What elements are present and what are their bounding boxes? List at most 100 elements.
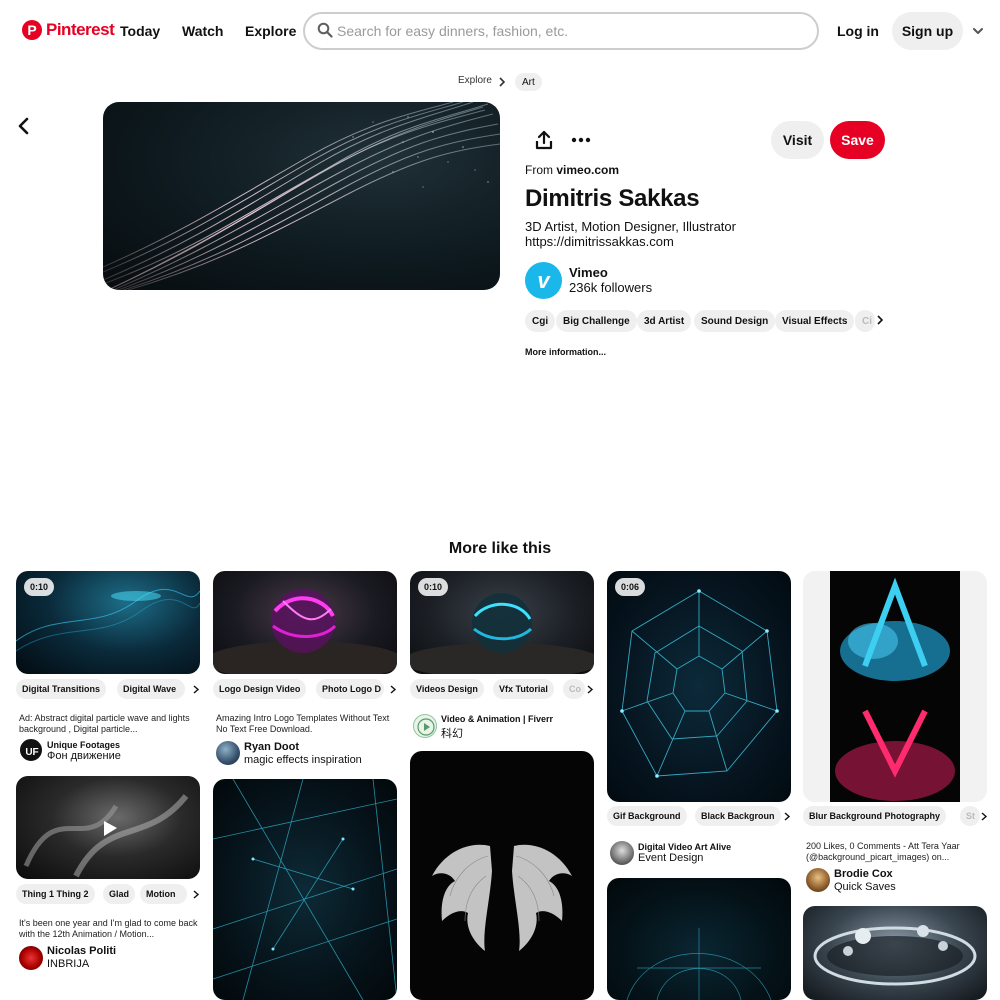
card-tag[interactable]: St (960, 806, 980, 826)
user-avatar[interactable] (610, 841, 634, 865)
tag-3d-artist[interactable]: 3d Artist (637, 310, 692, 332)
vimeo-avatar[interactable]: v (525, 262, 562, 299)
pin-card-image[interactable] (213, 571, 397, 674)
breadcrumb-art[interactable]: Art (515, 73, 542, 91)
chevron-right-icon[interactable] (587, 685, 594, 694)
user-avatar[interactable] (19, 946, 43, 970)
card-board-name[interactable]: INBRIJA (47, 958, 89, 970)
pin-card-image[interactable]: 0:06 (607, 571, 791, 802)
more-options-icon[interactable] (569, 128, 593, 152)
card-user-name[interactable]: Digital Video Art Alive (638, 842, 731, 852)
breadcrumb-explore[interactable]: Explore (458, 75, 492, 86)
tag-sound-design[interactable]: Sound Design (694, 310, 776, 332)
video-duration-badge: 0:06 (615, 578, 646, 596)
description-url: https://dimitrissakkas.com (525, 234, 674, 249)
network-lines-artwork (213, 779, 397, 1000)
card-board-name[interactable]: Event Design (638, 852, 703, 864)
card-tag[interactable]: Videos Design (410, 679, 484, 699)
chevron-right-icon[interactable] (193, 685, 200, 694)
nav-explore[interactable]: Explore (245, 23, 296, 39)
chevron-right-icon[interactable] (981, 812, 988, 821)
share-icon[interactable] (532, 128, 556, 152)
pin-title: Dimitris Sakkas (525, 185, 700, 212)
user-avatar[interactable] (216, 741, 240, 765)
card-tag[interactable]: Glad (103, 884, 136, 904)
chevron-down-icon[interactable] (971, 24, 985, 38)
pin-hero-image[interactable] (103, 102, 500, 290)
pinterest-logo-icon: P (22, 20, 42, 40)
chevron-right-icon[interactable] (390, 685, 397, 694)
source-link[interactable]: vimeo.com (556, 163, 619, 177)
card-description[interactable]: Amazing Intro Logo Templates Without Tex… (216, 713, 396, 735)
angel-wings-artwork (432, 844, 572, 951)
source-prefix: From (525, 163, 553, 177)
card-board-name[interactable]: magic effects inspiration (244, 754, 362, 766)
pin-card-image[interactable] (803, 906, 987, 1000)
tag-visual-effects[interactable]: Visual Effects (775, 310, 855, 332)
card-user-name[interactable]: Unique Footages (47, 740, 120, 750)
signup-button[interactable]: Sign up (892, 12, 963, 50)
card-tag[interactable]: Vfx Tutorial (493, 679, 554, 699)
chevron-right-icon[interactable] (876, 315, 884, 325)
pin-description: 3D Artist, Motion Designer, Illustrator … (525, 219, 736, 249)
pin-card-image[interactable]: 0:10 (410, 571, 594, 674)
card-description[interactable]: It's been one year and I'm glad to come … (19, 918, 199, 940)
tag-big-challenge[interactable]: Big Challenge (556, 310, 637, 332)
card-user-name[interactable]: Video & Animation | Fiverr (441, 714, 553, 724)
card-tag[interactable]: Digital Transitions (16, 679, 107, 699)
fiverr-avatar[interactable] (413, 714, 437, 738)
search-bar[interactable] (303, 12, 819, 50)
nav-today[interactable]: Today (120, 23, 160, 39)
user-avatar[interactable] (806, 868, 830, 892)
plexus-artwork (626, 928, 772, 1000)
save-button[interactable]: Save (830, 121, 885, 159)
pin-card-image[interactable]: 0:10 (16, 571, 200, 674)
card-tag[interactable]: Digital Wave (117, 679, 185, 699)
card-board-name[interactable]: Фон движение (47, 750, 121, 762)
pin-card-image[interactable] (803, 571, 987, 802)
search-input[interactable] (337, 21, 797, 41)
chevron-right-icon[interactable] (193, 890, 200, 899)
login-button[interactable]: Log in (837, 23, 879, 39)
card-tag[interactable]: Co (563, 679, 585, 699)
card-tag[interactable]: Photo Logo D (316, 679, 384, 699)
card-user-name[interactable]: Ryan Doot (244, 741, 299, 753)
pin-card-image[interactable] (213, 779, 397, 1000)
card-board-name[interactable]: Quick Saves (834, 881, 896, 893)
particle-wave-artwork (103, 102, 500, 290)
logo-text: Pinterest (46, 20, 115, 39)
pin-card-image[interactable] (410, 751, 594, 1000)
card-tag[interactable]: Blur Background Photography (803, 806, 947, 826)
description-line: 3D Artist, Motion Designer, Illustrator (525, 219, 736, 234)
search-icon (317, 22, 333, 38)
more-information-link[interactable]: More information... (525, 347, 606, 357)
card-tag[interactable]: Black Backgroun (695, 806, 781, 826)
card-tag[interactable]: Thing 1 Thing 2 (16, 884, 95, 904)
glowing-sphere-artwork (213, 589, 397, 674)
visit-button[interactable]: Visit (771, 121, 824, 159)
card-tag[interactable]: Logo Design Video (213, 679, 307, 699)
video-duration-badge: 0:10 (418, 578, 449, 596)
card-user-name[interactable]: Brodie Cox (834, 868, 893, 880)
nav-watch[interactable]: Watch (182, 23, 223, 39)
abstract-3d-artwork (23, 794, 189, 878)
creator-name[interactable]: Vimeo (569, 265, 608, 280)
card-description[interactable]: Ad: Abstract digital particle wave and l… (19, 713, 199, 735)
card-tag[interactable]: Gif Background (607, 806, 687, 826)
card-board-name[interactable]: 科幻 (441, 725, 463, 741)
card-user-name[interactable]: Nicolas Politi (47, 945, 116, 957)
more-like-this-heading: More like this (448, 540, 552, 557)
user-avatar[interactable]: UF (19, 738, 43, 762)
card-tag[interactable]: Motion (140, 884, 187, 904)
chevron-right-icon[interactable] (784, 812, 791, 821)
pinterest-logo[interactable]: P Pinterest (22, 20, 115, 40)
video-duration-badge: 0:10 (24, 578, 55, 596)
card-description[interactable]: 200 Likes, 0 Comments - Att Tera Yaar (@… (806, 841, 986, 863)
plexus-tunnel-artwork (620, 589, 779, 778)
pin-card-image[interactable] (16, 776, 200, 879)
tag-overflow[interactable]: Ci (855, 310, 875, 332)
spheres-ring-artwork (813, 925, 977, 986)
pin-card-image[interactable] (607, 878, 791, 1000)
back-arrow-icon[interactable] (12, 114, 36, 138)
tag-cgi[interactable]: Cgi (525, 310, 556, 332)
